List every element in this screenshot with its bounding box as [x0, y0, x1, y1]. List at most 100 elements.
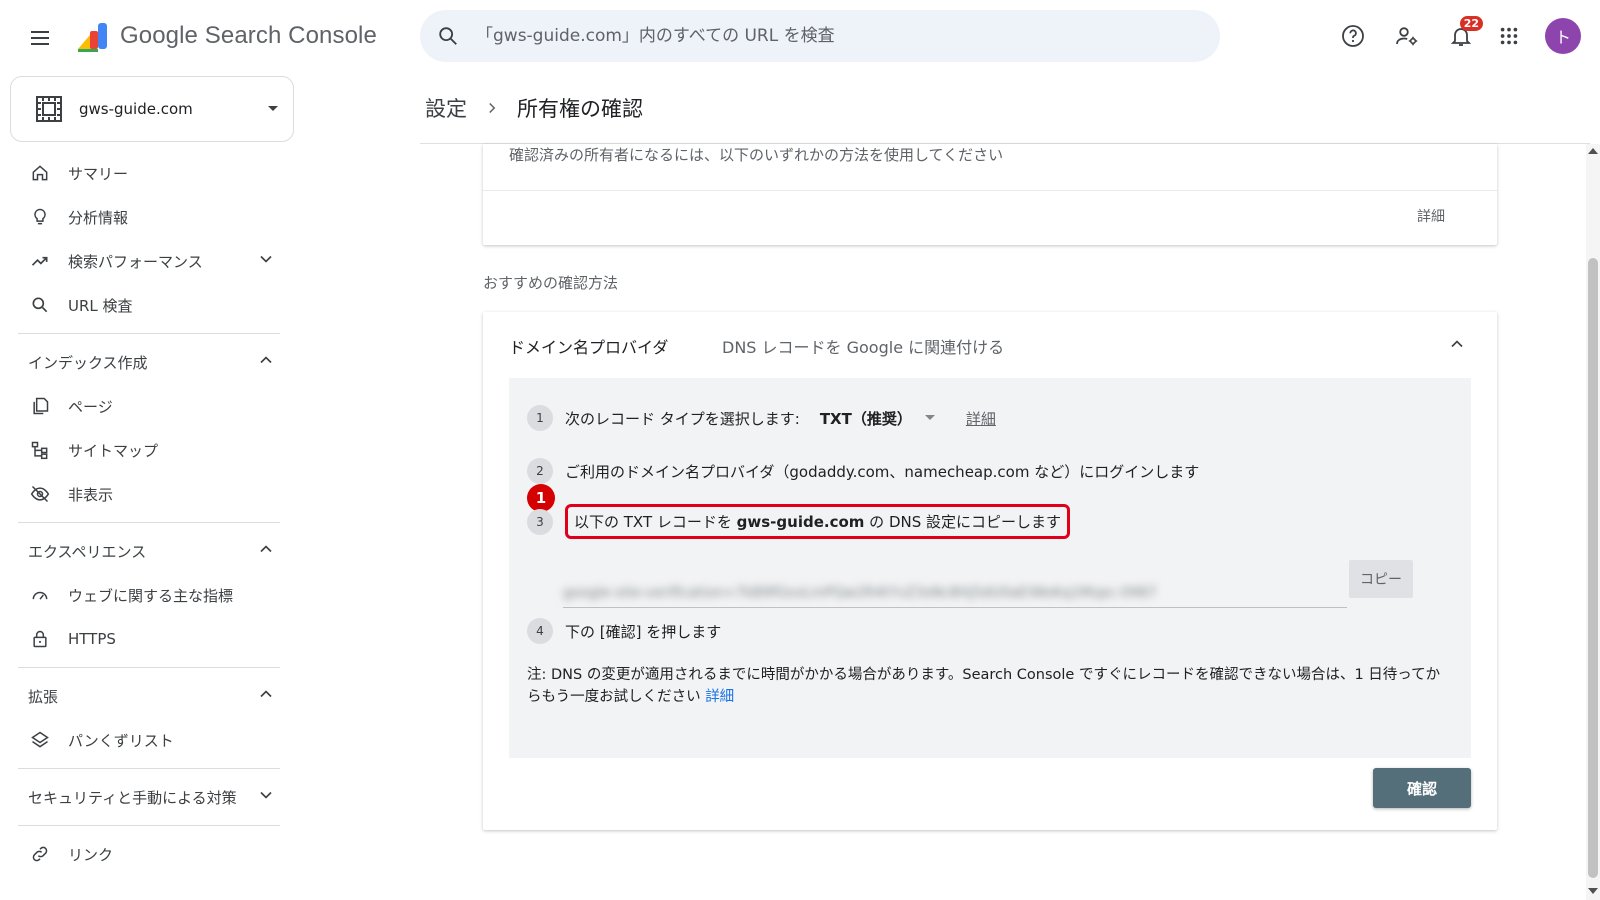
visibility-off-icon	[28, 482, 52, 506]
highlight-box: 以下の TXT レコードを gws-guide.com の DNS 設定にコピー…	[565, 504, 1071, 539]
search-console-logo-icon	[78, 23, 107, 52]
details-button[interactable]: 詳細	[1417, 206, 1445, 226]
sidebar-nav: サマリー 分析情報 検索パフォーマンス URL 検査 インデックス作成 ページ …	[0, 151, 300, 876]
method-subtitle: DNS レコードを Google に関連付ける	[722, 338, 1005, 357]
sidebar-item-core-web-vitals[interactable]: ウェブに関する主な指標	[0, 573, 300, 617]
help-icon	[1342, 25, 1364, 47]
method-title: ドメイン名プロバイダ	[509, 338, 669, 357]
step-3: 3 以下の TXT レコードを gws-guide.com の DNS 設定にコ…	[527, 504, 1071, 539]
sidebar-item-https[interactable]: HTTPS	[0, 617, 300, 661]
step-text: 下の [確認] を押します	[565, 622, 722, 641]
link-icon	[28, 842, 52, 866]
copy-button[interactable]: コピー	[1349, 560, 1413, 598]
step-4: 4 下の [確認] を押します	[527, 618, 721, 644]
apps-grid-icon	[1500, 27, 1518, 45]
notification-count-badge: 22	[1459, 16, 1483, 31]
section-enhancements[interactable]: 拡張	[0, 674, 300, 718]
scroll-down-arrow-icon[interactable]	[1588, 888, 1598, 894]
section-indexing[interactable]: インデックス作成	[0, 340, 300, 384]
main-menu-button[interactable]	[22, 20, 58, 56]
domain-provider-method-card: ドメイン名プロバイダ DNS レコードを Google に関連付ける 1 次のレ…	[483, 312, 1497, 830]
collapse-button[interactable]	[1447, 334, 1467, 358]
home-icon	[28, 161, 52, 185]
user-avatar[interactable]: ト	[1545, 18, 1581, 54]
step-2: 2 ご利用のドメイン名プロバイダ（godaddy.com、namecheap.c…	[527, 458, 1199, 484]
sidebar-item-label: サマリー	[68, 164, 129, 183]
txt-record-field[interactable]: google-site-verification=7kB9fGxxLmPQw2R…	[563, 568, 1347, 608]
apps-button[interactable]	[1491, 18, 1527, 54]
note-details-link[interactable]: 詳細	[705, 689, 734, 705]
section-security[interactable]: セキュリティと手動による対策	[0, 775, 300, 819]
breadcrumb-settings-link[interactable]: 設定	[425, 93, 467, 123]
section-title-label: インデックス作成	[28, 353, 148, 372]
sidebar-item-pages[interactable]: ページ	[0, 384, 300, 428]
divider	[18, 825, 280, 826]
dns-propagation-note: 注: DNS の変更が適用されるまでに時間がかかる場合があります。Search …	[527, 664, 1447, 708]
sidebar-item-sitemaps[interactable]: サイトマップ	[0, 428, 300, 472]
sidebar-item-insights[interactable]: 分析情報	[0, 195, 300, 239]
scrollbar-thumb[interactable]	[1588, 258, 1598, 878]
domain-property-icon	[19, 94, 79, 124]
section-experience[interactable]: エクスペリエンス	[0, 529, 300, 573]
speed-gauge-icon	[28, 583, 52, 607]
step-text-pre: 以下の TXT レコードを	[574, 513, 737, 531]
sidebar-item-label: HTTPS	[68, 630, 116, 648]
verification-steps-panel: 1 次のレコード タイプを選択します: TXT（推奨） 詳細 2 ご利用のドメイ…	[509, 378, 1471, 758]
search-input[interactable]	[476, 26, 1176, 46]
sidebar: gws-guide.com サマリー 分析情報 検索パフォーマンス URL 検査…	[0, 72, 300, 900]
sidebar-item-label: ウェブに関する主な指標	[68, 586, 234, 605]
dropdown-arrow-icon	[253, 105, 293, 113]
sidebar-item-url-inspection[interactable]: URL 検査	[0, 283, 300, 327]
search-console-logo[interactable]: Google Search Console	[76, 19, 377, 53]
sitemap-icon	[28, 438, 52, 462]
sidebar-item-removals[interactable]: 非表示	[0, 472, 300, 516]
sidebar-item-label: サイトマップ	[68, 441, 159, 460]
step-domain: gws-guide.com	[736, 513, 865, 531]
scroll-up-arrow-icon[interactable]	[1588, 148, 1598, 154]
sidebar-item-performance[interactable]: 検索パフォーマンス	[0, 239, 300, 283]
chevron-down-icon	[256, 785, 276, 809]
step-1: 1 次のレコード タイプを選択します: TXT（推奨） 詳細	[527, 405, 996, 431]
record-type-value: TXT（推奨）	[819, 409, 912, 428]
step-number: 4	[527, 618, 553, 644]
sidebar-item-label: 非表示	[68, 485, 114, 504]
app-title: Google Search Console	[120, 22, 377, 49]
property-selector[interactable]: gws-guide.com	[10, 76, 294, 142]
sidebar-item-label: リンク	[68, 845, 114, 864]
record-type-select[interactable]: TXT（推奨）	[820, 408, 936, 429]
section-title-label: エクスペリエンス	[28, 542, 147, 561]
verify-button[interactable]: 確認	[1373, 768, 1471, 808]
hamburger-menu-icon	[31, 31, 49, 45]
chevron-up-icon	[256, 539, 276, 563]
help-button[interactable]	[1335, 18, 1371, 54]
verification-description: 確認済みの所有者になるには、以下のいずれかの方法を使用してください	[509, 146, 1004, 164]
card-divider	[483, 190, 1497, 191]
txt-record-value: google-site-verification=7kB9fGxxLmPQw2R…	[563, 585, 1157, 601]
sidebar-item-links[interactable]: リンク	[0, 832, 300, 876]
pages-icon	[28, 394, 52, 418]
search-icon	[28, 293, 52, 317]
recommended-method-label: おすすめの確認方法	[483, 274, 619, 292]
account-settings-button[interactable]	[1389, 18, 1425, 54]
record-type-details-link[interactable]: 詳細	[966, 408, 996, 429]
divider	[18, 522, 280, 523]
sidebar-item-breadcrumbs[interactable]: パンくずリスト	[0, 718, 300, 762]
section-title-label: セキュリティと手動による対策	[28, 788, 237, 807]
trending-up-icon	[28, 249, 52, 273]
step-text-post: の DNS 設定にコピーします	[864, 513, 1062, 531]
divider	[18, 768, 280, 769]
lightbulb-icon	[28, 205, 52, 229]
page-title: 所有権の確認	[517, 97, 643, 121]
sidebar-item-label: 検索パフォーマンス	[68, 252, 203, 271]
sidebar-item-summary[interactable]: サマリー	[0, 151, 300, 195]
step-number: 2	[527, 458, 553, 484]
notifications-button[interactable]: 22	[1443, 16, 1483, 54]
app-header: Google Search Console 22 ト	[0, 0, 1600, 72]
verification-intro-card: 確認済みの所有者になるには、以下のいずれかの方法を使用してください 詳細	[483, 144, 1497, 245]
layers-icon	[28, 728, 52, 752]
search-icon	[420, 25, 476, 47]
url-inspection-search-bar[interactable]	[420, 10, 1220, 62]
sidebar-item-label: ページ	[68, 397, 113, 416]
note-text: 注: DNS の変更が適用されるまでに時間がかかる場合があります。Search …	[527, 667, 1441, 705]
chevron-up-icon	[256, 350, 276, 374]
